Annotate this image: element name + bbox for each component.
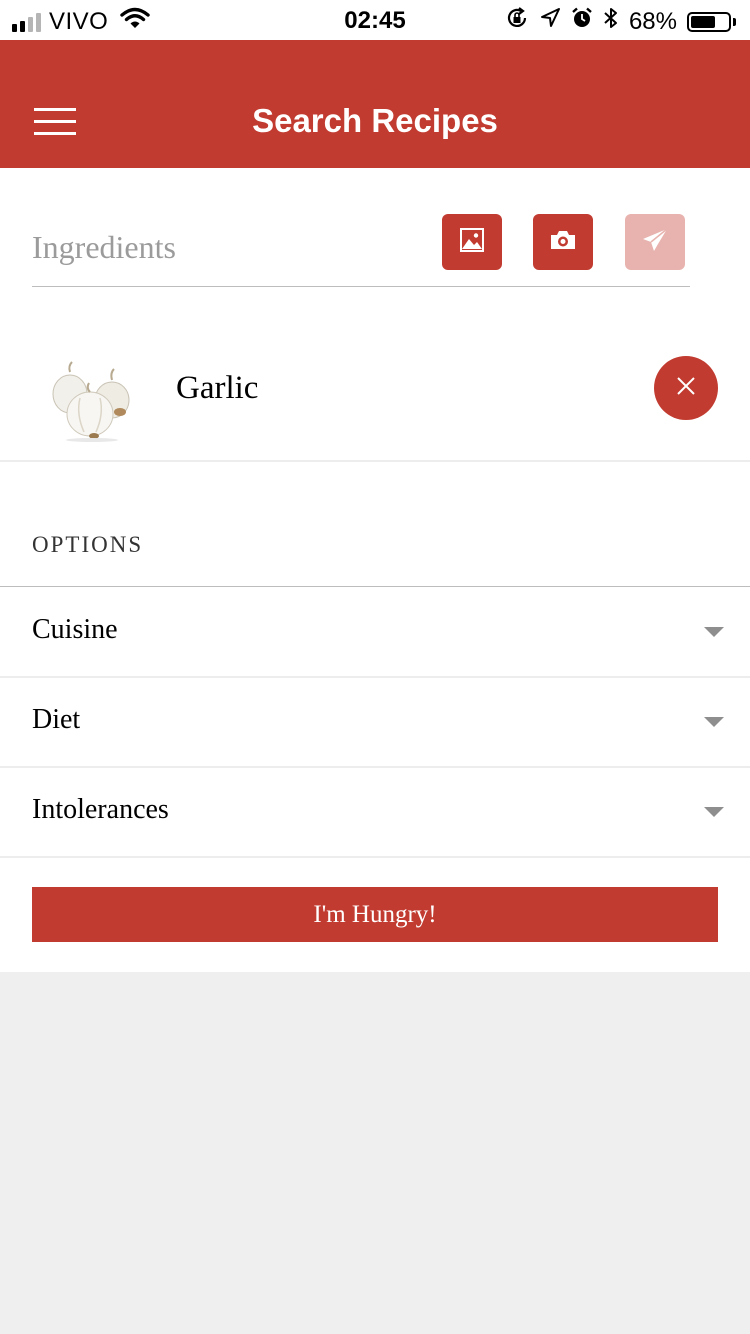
battery-icon — [687, 11, 736, 32]
remove-ingredient-button[interactable] — [654, 356, 718, 420]
option-label: Diet — [32, 704, 81, 735]
send-button[interactable] — [625, 214, 685, 270]
option-diet[interactable]: Diet — [0, 677, 750, 768]
im-hungry-button[interactable]: I'm Hungry! — [32, 887, 718, 942]
image-icon — [459, 227, 485, 258]
option-label: Cuisine — [32, 614, 118, 645]
status-right: 68% — [505, 6, 736, 37]
chevron-down-icon — [704, 717, 724, 727]
ingredient-item: Garlic — [0, 336, 750, 462]
bluetooth-icon — [603, 6, 619, 37]
option-intolerances[interactable]: Intolerances — [0, 767, 750, 858]
nav-bar: Search Recipes — [0, 40, 750, 168]
option-label: Intolerances — [32, 794, 169, 825]
camera-button[interactable] — [533, 214, 593, 270]
battery-percent: 68% — [628, 7, 677, 35]
chevron-down-icon — [704, 627, 724, 637]
ingredients-input-row — [32, 212, 690, 287]
page-title: Search Recipes — [252, 102, 498, 139]
option-cuisine[interactable]: Cuisine — [0, 587, 750, 678]
ingredients-input[interactable] — [32, 222, 422, 272]
send-icon — [641, 227, 669, 258]
close-icon — [676, 376, 696, 401]
main-content: Garlic OPTIONS Cuisine Diet Intolerances… — [0, 168, 750, 972]
location-icon — [539, 7, 561, 36]
status-bar: VIVO 02:45 68% — [0, 0, 750, 40]
chevron-down-icon — [704, 807, 724, 817]
options-header: OPTIONS — [32, 532, 144, 557]
garlic-image — [46, 358, 138, 442]
alarm-icon — [571, 7, 593, 36]
ingredient-name: Garlic — [176, 370, 259, 406]
gallery-button[interactable] — [442, 214, 502, 270]
rotation-lock-icon — [505, 6, 529, 37]
camera-icon — [549, 229, 577, 256]
